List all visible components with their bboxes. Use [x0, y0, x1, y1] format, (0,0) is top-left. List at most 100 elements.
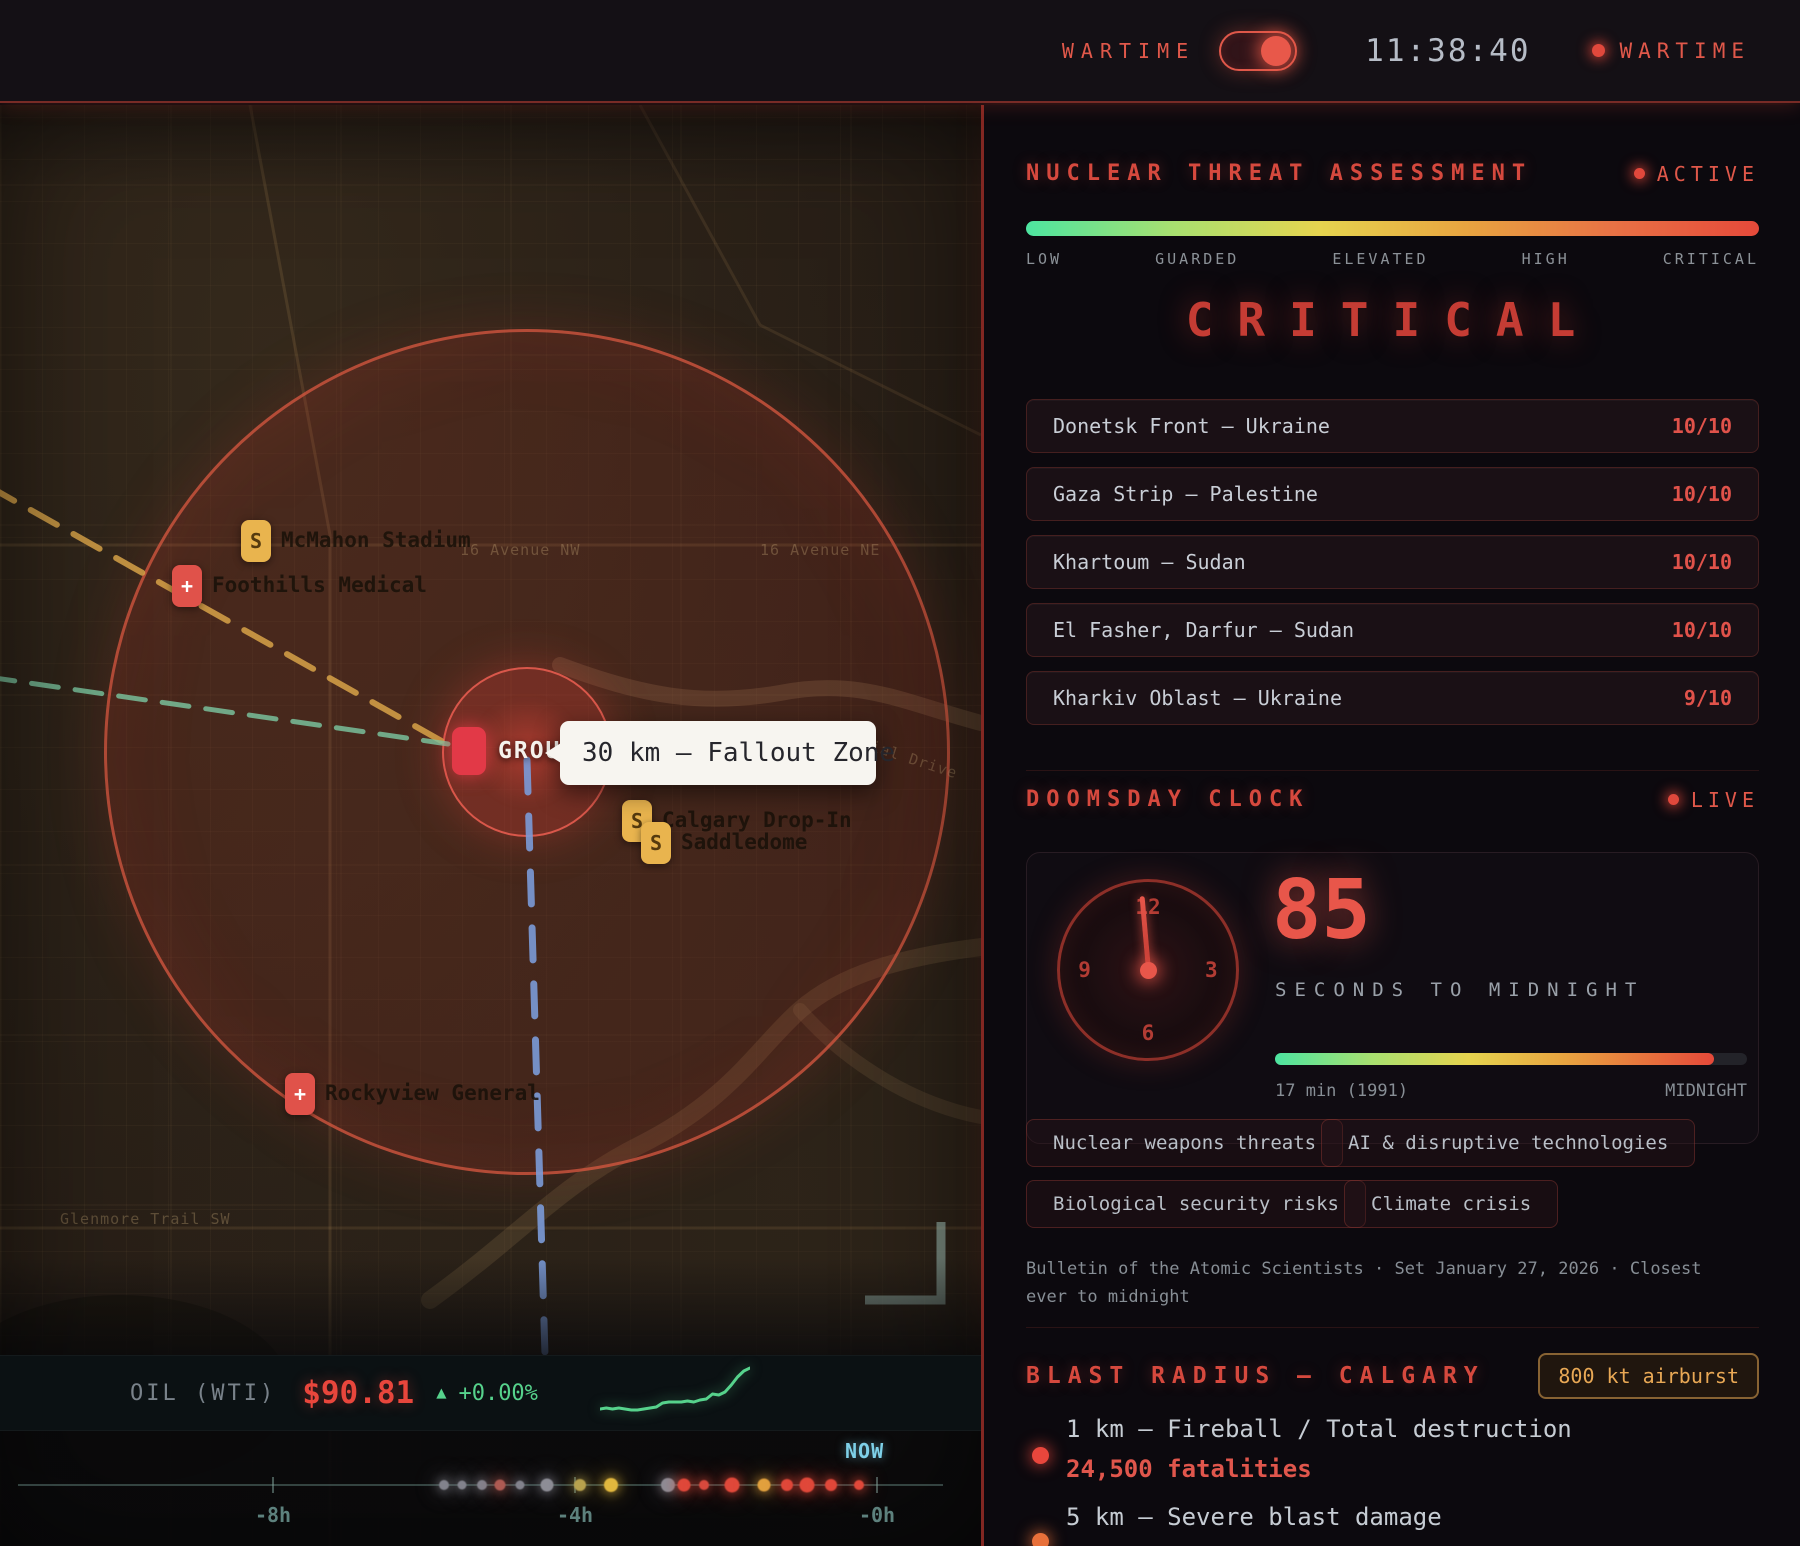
timeline-event-dot	[699, 1480, 709, 1490]
tag-chip[interactable]: Climate crisis	[1344, 1180, 1558, 1228]
timeline-event-dot	[854, 1480, 864, 1490]
threat-score: 10/10	[1672, 414, 1732, 438]
tag-chip[interactable]: Biological security risks	[1026, 1180, 1366, 1228]
threat-row[interactable]: Donetsk Front — Ukraine 10/10	[1026, 399, 1759, 453]
threat-score: 10/10	[1672, 550, 1732, 574]
marker-label: Foothills Medical	[212, 573, 427, 597]
midnight-progress-track	[1275, 1053, 1747, 1065]
midnight-progress-labels: 17 min (1991) MIDNIGHT	[1275, 1081, 1747, 1101]
threat-score: 9/10	[1684, 686, 1732, 710]
marker-label: McMahon Stadium	[281, 528, 471, 552]
threat-level-value: CRITICAL	[1026, 293, 1759, 347]
ticker-symbol: OIL (WTI)	[130, 1381, 276, 1406]
map-marker-shelter[interactable]: S Saddledome	[641, 822, 807, 864]
status-dot-icon	[1634, 168, 1645, 179]
doomsday-progress-fill	[1275, 1053, 1714, 1065]
ticker-up-arrow-icon: ▲	[436, 1383, 446, 1403]
threat-location: Gaza Strip — Palestine	[1053, 482, 1318, 506]
status-dot-icon	[1668, 794, 1679, 805]
scale-label: CRITICAL	[1663, 250, 1759, 268]
doomsday-status-label: LIVE	[1691, 788, 1759, 812]
clock-numeral: 6	[1142, 1021, 1155, 1045]
blast-section-header: BLAST RADIUS — CALGARY 800 kt airburst	[1026, 1353, 1759, 1399]
section-divider	[1026, 770, 1759, 771]
timeline-tick-label: -8h	[255, 1503, 291, 1527]
threat-title: NUCLEAR THREAT ASSESSMENT	[1026, 161, 1532, 186]
blast-bullet-icon	[1032, 1447, 1049, 1464]
doomsday-section-header: DOOMSDAY CLOCK LIVE	[1026, 787, 1759, 812]
section-divider	[1026, 1327, 1759, 1328]
event-timeline[interactable]: NOW -8h -4h -0h	[0, 1405, 981, 1546]
status-dot-icon	[1592, 44, 1605, 57]
blast-bullet-icon	[1032, 1533, 1049, 1546]
map-marker-hospital[interactable]: + Rockyview General	[285, 1073, 540, 1115]
seconds-to-midnight-caption: SECONDS TO MIDNIGHT	[1275, 979, 1644, 1001]
threat-row[interactable]: Gaza Strip — Palestine 10/10	[1026, 467, 1759, 521]
timeline-event-dot	[515, 1481, 524, 1490]
map-scale-bracket-icon	[865, 1222, 941, 1300]
oil-sparkline-path	[600, 1368, 750, 1410]
yield-badge: 800 kt airburst	[1538, 1353, 1759, 1399]
threat-section-header: NUCLEAR THREAT ASSESSMENT ACTIVE	[1026, 161, 1759, 186]
hospital-badge-icon: +	[172, 565, 202, 607]
timeline-event-dot	[725, 1478, 740, 1493]
doomsday-title: DOOMSDAY CLOCK	[1026, 787, 1309, 812]
threat-panel: NUCLEAR THREAT ASSESSMENT ACTIVE LOW GUA…	[981, 105, 1800, 1546]
scale-label: HIGH	[1522, 250, 1570, 268]
threat-row[interactable]: El Fasher, Darfur — Sudan 10/10	[1026, 603, 1759, 657]
clock-numeral: 3	[1205, 958, 1218, 982]
clock-numeral: 9	[1078, 958, 1091, 982]
wartime-toggle[interactable]	[1219, 31, 1297, 71]
blast-item-detail: 24,500 fatalities	[1066, 1455, 1799, 1483]
scale-label: LOW	[1026, 250, 1062, 268]
timeline-event-dot	[800, 1478, 815, 1493]
timeline-event-dot	[661, 1478, 675, 1492]
threat-status-label: ACTIVE	[1657, 162, 1759, 186]
shelter-badge-icon: S	[241, 520, 271, 562]
ticker-change: +0.00%	[458, 1381, 537, 1406]
timeline-now-label: NOW	[845, 1439, 884, 1463]
timeline-event-dot	[677, 1479, 690, 1492]
toggle-knob-icon	[1261, 36, 1291, 66]
timeline-event-dot	[458, 1481, 467, 1490]
threat-location: Donetsk Front — Ukraine	[1053, 414, 1330, 438]
ground-zero-marker[interactable]	[452, 727, 486, 775]
progress-label-left: 17 min (1991)	[1275, 1081, 1408, 1101]
wartime-status-label: WARTIME	[1619, 39, 1750, 63]
timeline-tick-label: -0h	[859, 1503, 895, 1527]
blast-item-range: 1 km — Fireball / Total destruction	[1066, 1415, 1799, 1443]
tooltip-arrow-icon	[545, 743, 561, 763]
timeline-tick-label: -4h	[557, 1503, 593, 1527]
map-marker-hospital[interactable]: + Foothills Medical	[172, 565, 427, 607]
threat-location: Kharkiv Oblast — Ukraine	[1053, 686, 1342, 710]
threat-row[interactable]: Kharkiv Oblast — Ukraine 9/10	[1026, 671, 1759, 725]
doomsday-clock-face: 12 3 6 9	[1057, 879, 1239, 1061]
threat-scale-labels: LOW GUARDED ELEVATED HIGH CRITICAL	[1026, 250, 1759, 268]
threat-status-badge: ACTIVE	[1622, 162, 1759, 186]
wartime-toggle-label: WARTIME	[1062, 39, 1195, 63]
timeline-event-dot	[604, 1478, 618, 1492]
fallout-tooltip-text: 30 km — Fallout Zone	[582, 738, 895, 768]
threat-row[interactable]: Khartoum — Sudan 10/10	[1026, 535, 1759, 589]
system-clock: 11:38:40	[1365, 33, 1530, 69]
threat-scale-bar	[1026, 221, 1759, 236]
shelter-badge-icon: S	[641, 822, 671, 864]
fallout-tooltip: 30 km — Fallout Zone	[560, 721, 876, 785]
map-marker-shelter[interactable]: S McMahon Stadium	[241, 520, 471, 562]
timeline-tick-icon	[876, 1477, 878, 1493]
tag-chip[interactable]: AI & disruptive technologies	[1321, 1119, 1695, 1167]
timeline-event-dot	[495, 1480, 506, 1491]
marker-label: Rockyview General	[325, 1081, 540, 1105]
timeline-event-dot	[574, 1479, 586, 1491]
bulletin-footnote: Bulletin of the Atomic Scientists · Set …	[1026, 1255, 1752, 1311]
missile-track-teal	[0, 677, 448, 744]
clock-center-pin-icon	[1140, 962, 1157, 979]
threat-score: 10/10	[1672, 618, 1732, 642]
progress-label-right: MIDNIGHT	[1665, 1081, 1747, 1101]
seconds-to-midnight-value: 85	[1272, 863, 1371, 958]
top-bar: WARTIME 11:38:40 WARTIME	[0, 0, 1800, 103]
tag-chip[interactable]: Nuclear weapons threats	[1026, 1119, 1343, 1167]
map-canvas[interactable]: 16 Avenue NW 16 Avenue NE Memorial Drive…	[0, 105, 981, 1546]
timeline-event-dot	[439, 1480, 449, 1490]
timeline-event-dot	[825, 1479, 837, 1491]
